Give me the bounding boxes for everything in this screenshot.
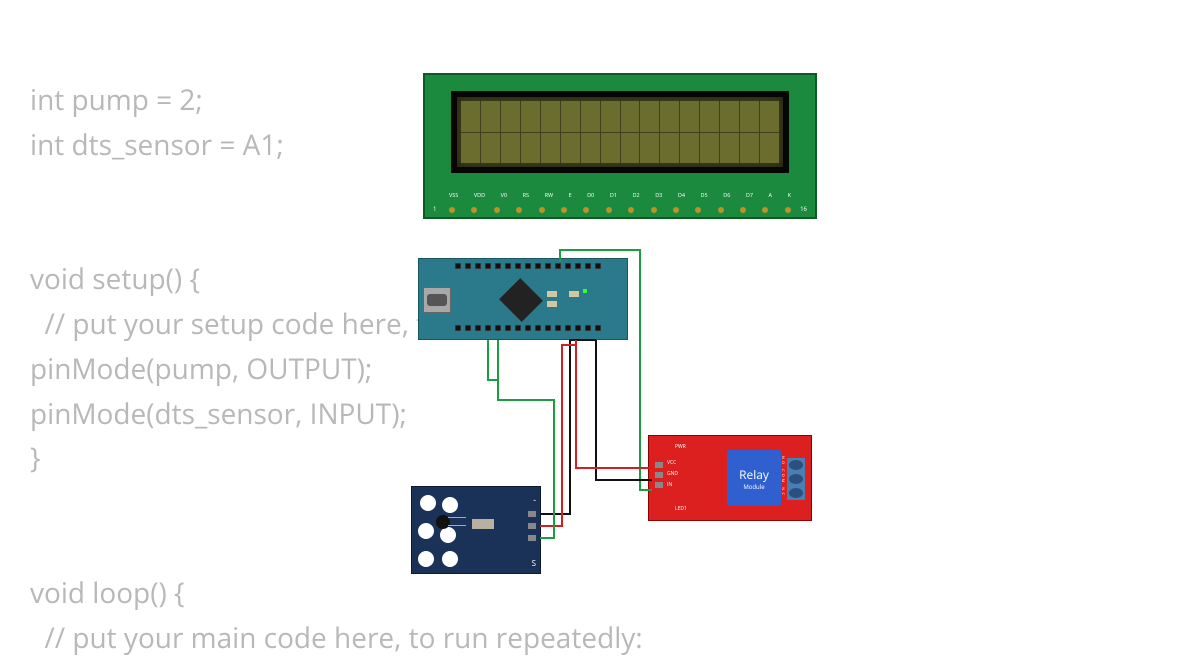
thermistor-lead-icon: [448, 525, 466, 526]
lcd-pin-labels: VSSVDDV0 RSRWE D0D1D2 D3D4D5 D6D7A K: [449, 191, 791, 199]
relay-pwr-label: PWR: [675, 444, 686, 450]
relay-input-pins[interactable]: [655, 462, 663, 488]
mounting-hole-icon: [420, 495, 436, 511]
lcd-character-grid: [461, 101, 779, 163]
sensor-signal-label: S: [532, 558, 536, 569]
relay-title: RelayModule: [727, 450, 781, 491]
mounting-hole-icon: [442, 551, 458, 567]
mounting-hole-icon: [418, 523, 434, 539]
lcd-pin-row[interactable]: [449, 207, 791, 213]
thermistor-sensor-component[interactable]: - S: [411, 486, 541, 574]
relay-led-label: LED1: [675, 506, 687, 512]
arduino-pins-bottom[interactable]: [455, 325, 619, 335]
relay-body: RelayModule: [727, 450, 781, 506]
relay-screw-terminals[interactable]: [787, 458, 805, 500]
arduino-pins-top[interactable]: [455, 263, 619, 273]
sensor-minus-label: -: [533, 493, 536, 506]
arduino-nano-component[interactable]: [418, 258, 628, 340]
resistor-icon: [472, 519, 494, 529]
relay-pin-labels: VCC GND IN: [667, 460, 678, 488]
smd-component-icon: [547, 301, 557, 307]
code-line: pinMode(pump, OUTPUT);: [30, 350, 372, 388]
code-line: int dts_sensor = A1;: [30, 126, 284, 164]
thermistor-lead-icon: [448, 517, 466, 518]
lcd-screen: [451, 91, 789, 173]
smd-component-icon: [547, 291, 557, 297]
mounting-hole-icon: [418, 551, 434, 567]
code-line: int pump = 2;: [30, 81, 203, 119]
lcd-pin-num-left: 1: [433, 205, 436, 213]
code-line: // put your main code here, to run repea…: [30, 619, 643, 657]
power-led-icon: [583, 289, 587, 293]
relay-terminal-labels: NO COM NC: [780, 456, 785, 497]
code-line: }: [30, 439, 41, 477]
lcd-pin-num-right: 16: [800, 205, 807, 213]
mcu-chip-icon: [499, 278, 543, 322]
smd-component-icon: [569, 291, 579, 297]
code-line: pinMode(dts_sensor, INPUT);: [30, 395, 407, 433]
code-line: void loop() {: [30, 574, 184, 612]
mounting-hole-icon: [440, 527, 456, 543]
sensor-output-pins[interactable]: [528, 511, 536, 541]
lcd-1602-component[interactable]: VSSVDDV0 RSRWE D0D1D2 D3D4D5 D6D7A K 1 1…: [423, 73, 817, 219]
code-line: void setup() {: [30, 260, 200, 298]
mounting-hole-icon: [442, 497, 458, 513]
relay-module-component[interactable]: PWR LED1 VCC GND IN RelayModule NO COM N…: [648, 435, 812, 521]
usb-port-icon: [423, 287, 451, 313]
